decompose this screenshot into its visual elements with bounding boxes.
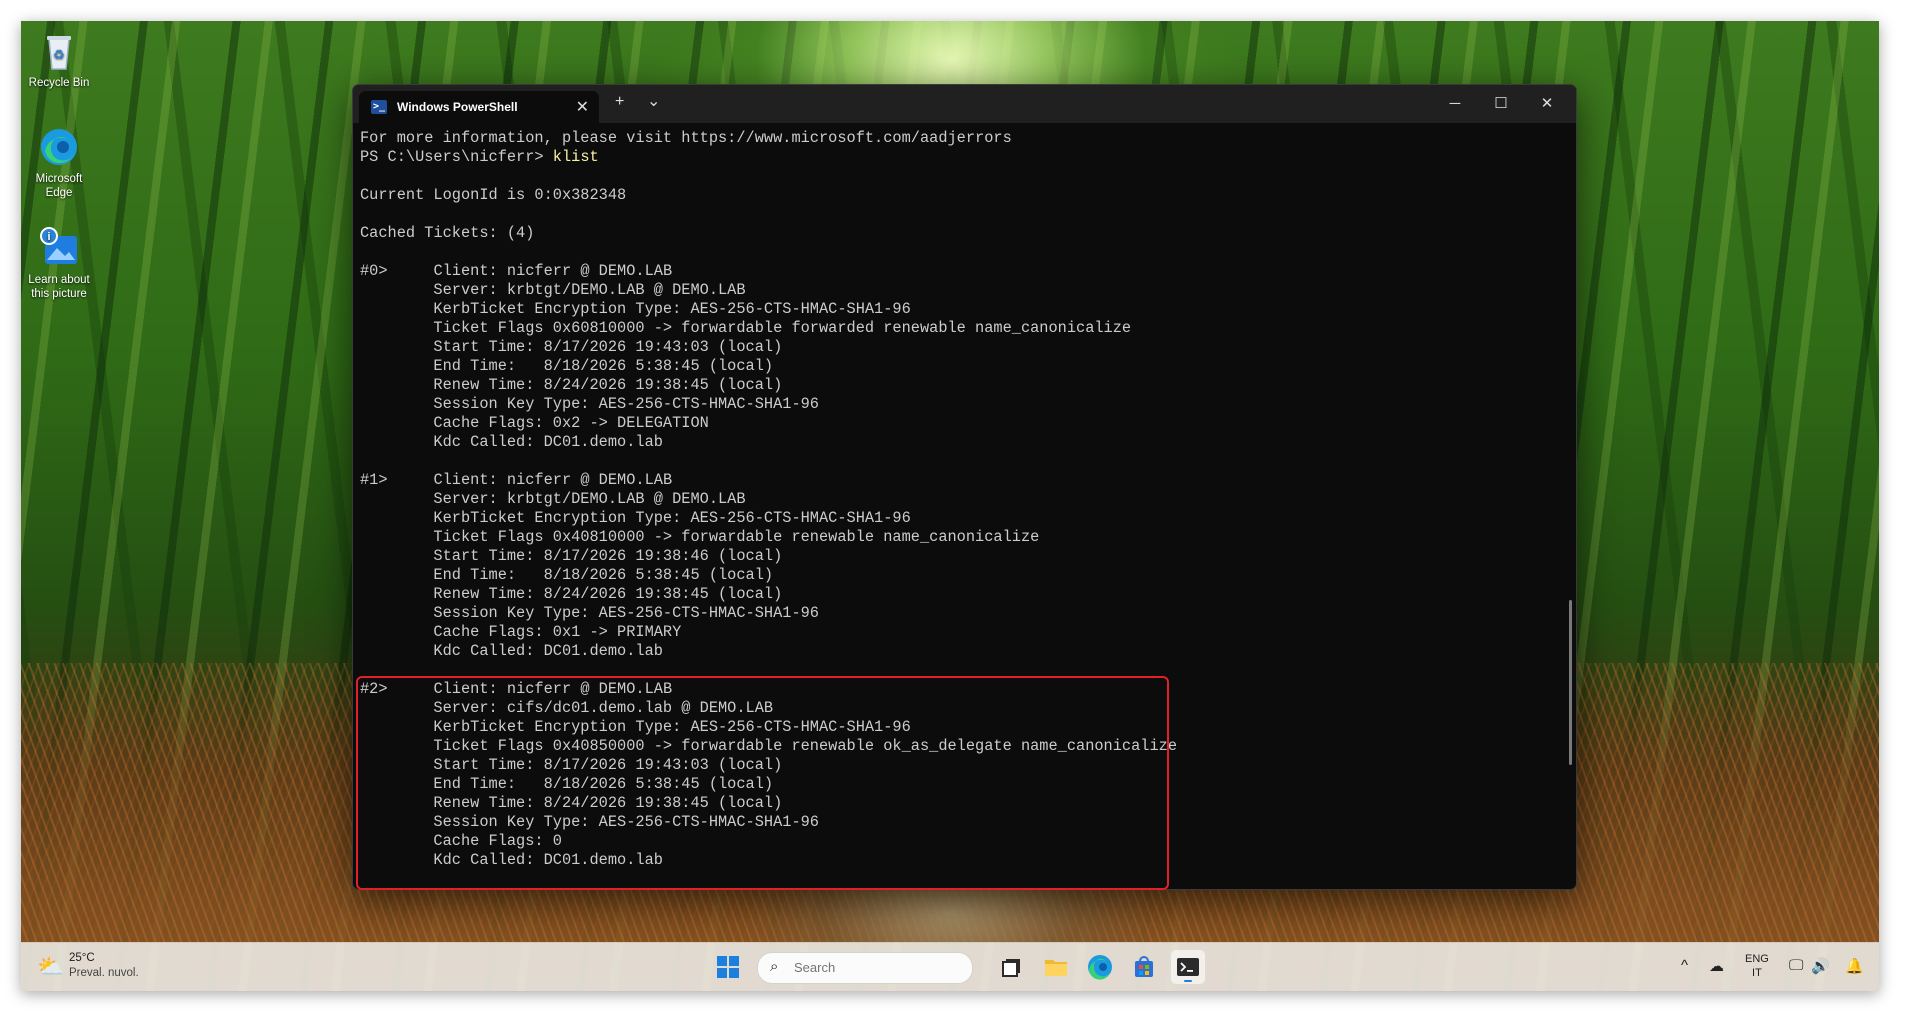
taskbar-search[interactable]: ⌕ [757, 952, 973, 984]
lang-top: ENG [1745, 953, 1769, 965]
new-tab-button[interactable]: + [615, 93, 624, 111]
terminal-line: For more information, please visit https… [360, 129, 1012, 147]
ticket-client: nicferr @ DEMO.LAB [506, 471, 673, 489]
ticket-start: 8/17/2026 19:38:46 (local) [543, 547, 783, 565]
ticket-session-key: AES-256-CTS-HMAC-SHA1-96 [598, 604, 819, 622]
ticket-enc-type: AES-256-CTS-HMAC-SHA1-96 [690, 300, 911, 318]
tab-title: Windows PowerShell [397, 100, 518, 114]
window-titlebar[interactable]: >_ Windows PowerShell ✕ + ⌄ ─ ☐ ✕ [353, 85, 1576, 123]
ticket-end: 8/18/2026 5:38:45 (local) [543, 566, 774, 584]
tab-close-button[interactable]: ✕ [576, 97, 589, 117]
network-icon[interactable]: 🖵 [1789, 957, 1803, 974]
ticket-renew: 8/24/2026 19:38:45 (local) [543, 585, 783, 603]
store-button[interactable] [1127, 950, 1161, 984]
edge-icon [37, 125, 81, 169]
windows-logo-icon [717, 956, 739, 978]
store-icon [1135, 956, 1153, 977]
terminal-scrollbar[interactable] [1569, 600, 1572, 765]
volume-icon[interactable]: 🔊 [1811, 957, 1830, 975]
command-text: klist [552, 148, 599, 166]
powershell-icon: >_ [371, 100, 387, 114]
minimize-button[interactable]: ─ [1435, 90, 1475, 118]
ticket-flags: 0x60810000 -> forwardable forwarded rene… [552, 319, 1132, 337]
onedrive-offline-icon[interactable]: ☁ [1709, 957, 1724, 975]
language-indicator[interactable]: ENG IT [1745, 952, 1769, 980]
weather-temp: 25°C [69, 952, 95, 964]
edge-icon [1088, 955, 1112, 980]
desktop-icon-label: Recycle Bin [28, 77, 90, 89]
tab-dropdown-button[interactable]: ⌄ [647, 91, 660, 111]
tab-windows-powershell[interactable]: >_ Windows PowerShell ✕ [359, 91, 599, 123]
desktop-icon-learn-picture[interactable]: i Learn about this picture [21, 226, 97, 301]
prompt: PS C:\Users\nicferr> [360, 148, 553, 166]
task-view-button[interactable] [995, 950, 1029, 984]
close-button[interactable]: ✕ [1527, 90, 1567, 118]
taskbar: ⛅ 25°C Preval. nuvol. ⌕ Search ^ ☁ ENG I… [21, 942, 1879, 991]
chevron-up-icon[interactable]: ^ [1681, 957, 1688, 974]
start-button[interactable] [711, 950, 745, 984]
ticket-flags: 0x40810000 -> forwardable renewable name… [552, 528, 1040, 546]
terminal-line: Cached Tickets: (4) [360, 224, 535, 242]
file-explorer-button[interactable] [1039, 950, 1073, 984]
ticket-cache-flags: 0x2 -> DELEGATION [552, 414, 709, 432]
ticket-index: #0> [360, 262, 388, 280]
ticket-cache-flags: 0x1 -> PRIMARY [552, 623, 682, 641]
desktop: ♻ Recycle Bin Microsoft Edge i Learn abo… [21, 21, 1879, 991]
desktop-icon-recycle-bin[interactable]: ♻ Recycle Bin [21, 29, 97, 90]
ticket-renew: 8/24/2026 19:38:45 (local) [543, 376, 783, 394]
recycle-bin-icon: ♻ [37, 29, 81, 73]
ticket-index: #1> [360, 471, 388, 489]
edge-taskbar-button[interactable] [1083, 950, 1117, 984]
desktop-icon-label: Learn about this picture [28, 274, 90, 300]
info-picture-icon: i [37, 226, 81, 270]
terminal-icon [1177, 958, 1199, 982]
ticket-start: 8/17/2026 19:43:03 (local) [543, 338, 783, 356]
highlight-box [356, 676, 1169, 890]
search-icon: ⌕ [770, 958, 779, 975]
ticket-end: 8/18/2026 5:38:45 (local) [543, 357, 774, 375]
ticket-session-key: AES-256-CTS-HMAC-SHA1-96 [598, 395, 819, 413]
weather-cloud-sun-icon: ⛅ [37, 954, 65, 979]
ticket-client: nicferr @ DEMO.LAB [506, 262, 673, 280]
ticket-kdc: DC01.demo.lab [543, 433, 663, 451]
task-view-icon [1002, 959, 1020, 977]
ticket-kdc: DC01.demo.lab [543, 642, 663, 660]
desktop-icon-label: Microsoft Edge [35, 173, 83, 199]
terminal-taskbar-button[interactable] [1171, 950, 1205, 984]
weather-widget[interactable]: ⛅ 25°C Preval. nuvol. [37, 950, 157, 984]
desktop-icon-edge[interactable]: Microsoft Edge [21, 125, 97, 200]
svg-text:♻: ♻ [53, 47, 65, 62]
weather-desc: Preval. nuvol. [69, 967, 139, 979]
ticket-enc-type: AES-256-CTS-HMAC-SHA1-96 [690, 509, 911, 527]
terminal-line: Current LogonId is 0:0x382348 [360, 186, 627, 204]
notification-bell-icon[interactable]: 🔔 [1845, 957, 1864, 975]
svg-text:i: i [47, 231, 50, 243]
folder-icon [1045, 960, 1067, 976]
search-input[interactable] [792, 959, 966, 976]
lang-bottom: IT [1752, 967, 1762, 979]
maximize-button[interactable]: ☐ [1481, 90, 1521, 118]
ticket-server: krbtgt/DEMO.LAB @ DEMO.LAB [506, 490, 746, 508]
ticket-server: krbtgt/DEMO.LAB @ DEMO.LAB [506, 281, 746, 299]
